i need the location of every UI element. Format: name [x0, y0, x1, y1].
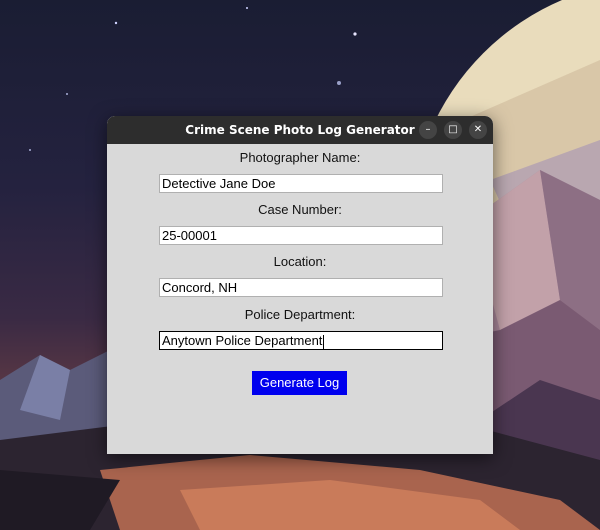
app-window: Crime Scene Photo Log Generator – □ ✕ Ph… [107, 116, 493, 454]
generate-log-button[interactable]: Generate Log [252, 371, 347, 395]
location-input[interactable]: Concord, NH [159, 278, 443, 297]
location-label: Location: [273, 254, 327, 269]
close-icon: ✕ [473, 124, 483, 135]
desktop: Crime Scene Photo Log Generator – □ ✕ Ph… [0, 0, 600, 530]
case-number-label: Case Number: [258, 202, 342, 217]
maximize-icon: □ [448, 124, 458, 135]
case-number-value: 25-00001 [162, 228, 217, 243]
photographer-name-label: Photographer Name: [239, 150, 361, 165]
minimize-icon: – [425, 124, 431, 135]
police-department-value: Anytown Police Department [162, 333, 323, 348]
minimize-button[interactable]: – [419, 121, 437, 139]
close-button[interactable]: ✕ [469, 121, 487, 139]
photographer-name-value: Detective Jane Doe [162, 176, 276, 191]
photographer-name-input[interactable]: Detective Jane Doe [159, 174, 443, 193]
police-department-label: Police Department: [244, 307, 356, 322]
maximize-button[interactable]: □ [444, 121, 462, 139]
police-department-input[interactable]: Anytown Police Department [159, 331, 443, 350]
location-value: Concord, NH [162, 280, 238, 295]
title-bar[interactable]: Crime Scene Photo Log Generator – □ ✕ [107, 116, 493, 144]
text-caret [323, 334, 325, 349]
case-number-input[interactable]: 25-00001 [159, 226, 443, 245]
form-area: Photographer Name: Detective Jane Doe Ca… [107, 144, 493, 454]
